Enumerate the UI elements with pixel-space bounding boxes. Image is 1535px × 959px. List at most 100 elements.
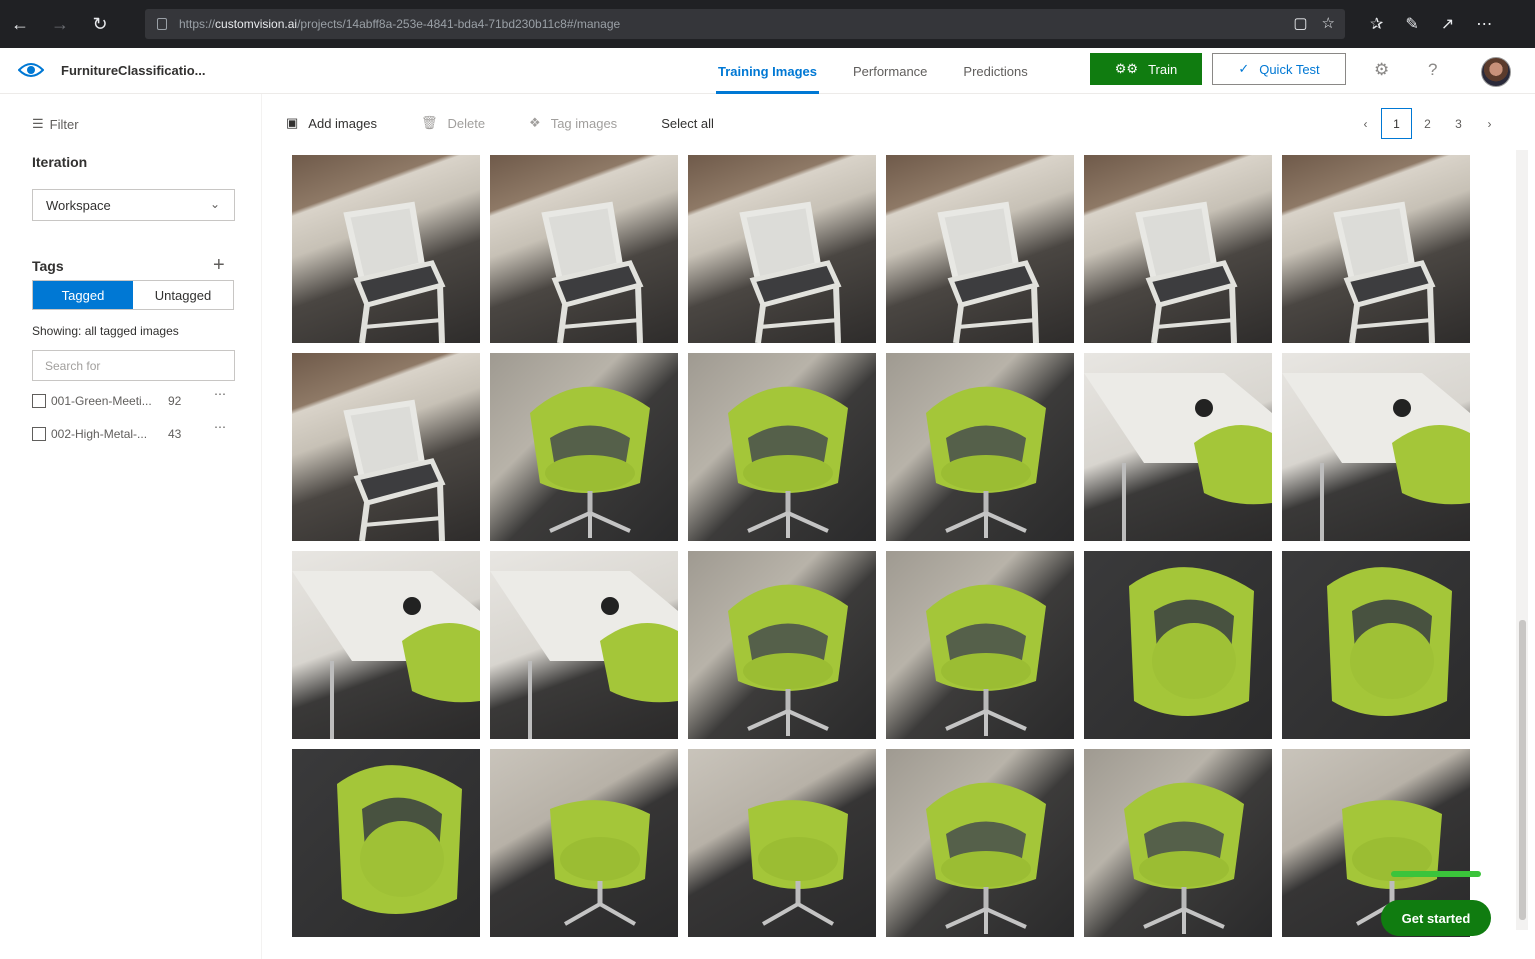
project-name[interactable]: FurnitureClassificatio... <box>61 63 205 78</box>
back-arrow-icon[interactable]: ← <box>0 0 40 48</box>
favorite-star-icon[interactable]: ☆ <box>1322 14 1335 32</box>
training-image-thumbnail[interactable] <box>688 749 876 937</box>
quick-test-button[interactable]: ✓ Quick Test <box>1212 53 1346 85</box>
tag-checkbox[interactable] <box>32 427 46 441</box>
main-tabs: Training Images Performance Predictions <box>700 48 1046 94</box>
train-label: Train <box>1148 61 1178 77</box>
iteration-dropdown[interactable]: Workspace ⌄ <box>32 189 235 221</box>
reading-view-icon[interactable]: ▢ <box>1293 14 1307 32</box>
untagged-toggle-button[interactable]: Untagged <box>133 281 233 309</box>
add-image-icon: ▣ <box>286 115 299 130</box>
training-image-thumbnail[interactable] <box>490 155 678 343</box>
chevron-down-icon: ⌄ <box>209 197 220 211</box>
training-image-thumbnail[interactable] <box>1084 353 1272 541</box>
tagged-untagged-toggle: Tagged Untagged <box>32 280 234 310</box>
iteration-value: Workspace <box>46 197 111 213</box>
tag-name: 001-Green-Meeti... <box>51 394 152 408</box>
page-button[interactable]: 3 <box>1443 108 1474 139</box>
image-toolbar: ▣ Add images 🗑 Delete ❖ Tag images Selec… <box>286 113 758 133</box>
share-icon[interactable]: ↗ <box>1441 14 1454 34</box>
tag-list-item[interactable]: 001-Green-Meeti... 92 ⋯ <box>32 387 235 411</box>
tag-images-label: Tag images <box>550 115 618 131</box>
scrollbar-thumb[interactable] <box>1519 620 1526 920</box>
add-images-button[interactable]: ▣ Add images <box>286 115 377 131</box>
refresh-icon[interactable]: ↻ <box>80 0 120 48</box>
tag-images-button[interactable]: ❖ Tag images <box>529 115 617 131</box>
tags-title: Tags <box>32 258 64 274</box>
training-image-thumbnail[interactable] <box>292 551 480 739</box>
scrollbar[interactable] <box>1516 150 1528 930</box>
tag-count: 43 <box>168 427 182 441</box>
filter-toggle[interactable]: ☰ Filter <box>32 116 79 132</box>
training-image-thumbnail[interactable] <box>688 551 876 739</box>
training-image-thumbnail[interactable] <box>1282 551 1470 739</box>
training-image-thumbnail[interactable] <box>292 155 480 343</box>
delete-label: Delete <box>447 115 486 131</box>
pen-icon[interactable]: ✎ <box>1405 14 1418 34</box>
tag-count: 92 <box>168 394 182 408</box>
pagination: ‹ 1 2 3 › <box>1350 108 1505 139</box>
page-button[interactable]: 2 <box>1412 108 1443 139</box>
training-image-thumbnail[interactable] <box>1084 155 1272 343</box>
training-image-thumbnail[interactable] <box>1282 353 1470 541</box>
training-image-thumbnail[interactable] <box>292 749 480 937</box>
checkmark-icon: ✓ <box>1238 61 1250 76</box>
training-image-thumbnail[interactable] <box>1084 749 1272 937</box>
filter-icon: ☰ <box>32 116 44 131</box>
previous-page-button[interactable]: ‹ <box>1350 108 1381 139</box>
training-image-thumbnail[interactable] <box>292 353 480 541</box>
quick-test-label: Quick Test <box>1259 61 1320 77</box>
showing-text: Showing: all tagged images <box>32 324 179 338</box>
select-all-label: Select all <box>661 115 714 131</box>
gears-icon: ⚙⚙ <box>1114 61 1139 76</box>
tagged-toggle-button[interactable]: Tagged <box>33 281 133 309</box>
add-images-label: Add images <box>308 115 377 131</box>
progress-bar <box>1391 871 1481 877</box>
add-tag-plus-icon[interactable]: + <box>213 254 225 277</box>
training-image-thumbnail[interactable] <box>1084 551 1272 739</box>
training-image-grid <box>292 155 1470 937</box>
address-bar[interactable]: https://customvision.ai/projects/14abff8… <box>145 9 1345 39</box>
train-button[interactable]: ⚙⚙ Train <box>1090 53 1202 85</box>
page-button[interactable]: 1 <box>1381 108 1412 139</box>
tab-training-images[interactable]: Training Images <box>700 48 835 94</box>
app-header: FurnitureClassificatio... Training Image… <box>0 48 1535 94</box>
select-all-button[interactable]: Select all <box>661 116 714 131</box>
tag-list-item[interactable]: 002-High-Metal-... 43 ⋯ <box>32 420 235 444</box>
browser-toolbar: ← → ↻ https://customvision.ai/projects/1… <box>0 0 1535 48</box>
avatar[interactable] <box>1481 57 1511 87</box>
delete-button[interactable]: 🗑 Delete <box>421 115 485 131</box>
tag-name: 002-High-Metal-... <box>51 427 148 441</box>
forward-arrow-icon[interactable]: → <box>40 0 80 48</box>
sidebar: ☰ Filter Iteration Workspace ⌄ Tags + Ta… <box>0 94 262 959</box>
training-image-thumbnail[interactable] <box>886 749 1074 937</box>
eye-logo-icon[interactable] <box>18 60 44 80</box>
training-image-thumbnail[interactable] <box>490 749 678 937</box>
more-options-icon[interactable]: ⋯ <box>214 420 227 434</box>
tab-performance[interactable]: Performance <box>835 48 945 94</box>
url-text: https://customvision.ai/projects/14abff8… <box>179 17 621 31</box>
training-image-thumbnail[interactable] <box>490 551 678 739</box>
tab-predictions[interactable]: Predictions <box>945 48 1045 94</box>
help-icon[interactable]: ? <box>1428 60 1437 80</box>
favorites-icon[interactable]: ✰ <box>1370 14 1383 34</box>
tag-search-input[interactable]: Search for <box>32 350 235 381</box>
lock-icon <box>157 18 167 30</box>
iteration-title: Iteration <box>32 154 88 170</box>
training-image-thumbnail[interactable] <box>886 551 1074 739</box>
trash-icon: 🗑 <box>420 115 438 130</box>
filter-label: Filter <box>49 116 79 132</box>
tag-checkbox[interactable] <box>32 394 46 408</box>
settings-gear-icon[interactable]: ⚙ <box>1374 60 1389 80</box>
get-started-button[interactable]: Get started <box>1381 900 1491 936</box>
training-image-thumbnail[interactable] <box>490 353 678 541</box>
training-image-thumbnail[interactable] <box>886 155 1074 343</box>
next-page-button[interactable]: › <box>1474 108 1505 139</box>
tag-icon: ❖ <box>529 115 541 130</box>
training-image-thumbnail[interactable] <box>886 353 1074 541</box>
more-icon[interactable]: ⋯ <box>1476 14 1492 34</box>
training-image-thumbnail[interactable] <box>688 353 876 541</box>
more-options-icon[interactable]: ⋯ <box>214 387 227 401</box>
training-image-thumbnail[interactable] <box>1282 155 1470 343</box>
training-image-thumbnail[interactable] <box>688 155 876 343</box>
